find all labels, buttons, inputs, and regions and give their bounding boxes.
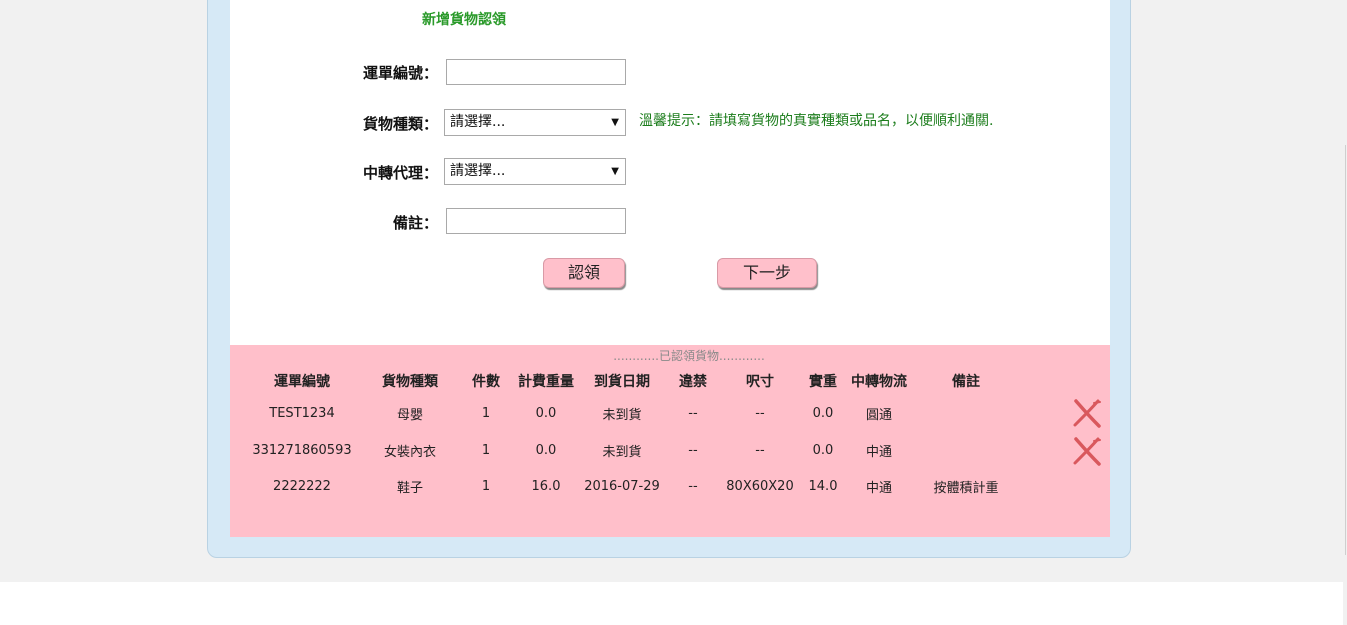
delete-x-icon[interactable] <box>1072 398 1102 428</box>
table-header-row: 運單編號 貨物種類 件數 計費重量 到貨日期 違禁 呎寸 實重 中轉物流 備註 <box>246 367 1024 395</box>
cell-waybill: 331271860593 <box>252 443 352 458</box>
cell-actual-weight: 0.0 <box>812 406 834 421</box>
cell-pieces: 1 <box>481 478 491 494</box>
cell-actual-weight: 14.0 <box>808 478 838 494</box>
cell-dimensions: 80X60X20 <box>726 478 794 494</box>
cell-goods-type: 女裝內衣 <box>383 445 436 460</box>
cell-prohibited: -- <box>688 443 698 458</box>
delete-x-icon[interactable] <box>1072 436 1102 466</box>
claimed-goods-section: ............已認領貨物............ 運單編號 貨物種類 … <box>230 345 1110 537</box>
cell-actual-weight: 0.0 <box>812 443 834 458</box>
transfer-agent-select[interactable]: 請選擇... ▼ <box>444 158 626 185</box>
cell-charge-weight: 0.0 <box>535 406 557 421</box>
cell-remarks <box>908 395 1024 432</box>
page-footer <box>0 582 1343 625</box>
column-header-goods-type: 貨物種類 <box>382 374 438 390</box>
table-row: 2222222 鞋子 1 16.0 2016-07-29 -- 80X60X20… <box>246 469 1024 503</box>
table-row: 331271860593 女裝內衣 1 0.0 未到貨 -- -- 0.0 中通 <box>246 432 1024 469</box>
transfer-agent-label: 中轉代理： <box>362 164 438 182</box>
hint-text: 溫馨提示：請填寫貨物的真實種類或品名，以便順利通關. <box>639 113 994 129</box>
column-header-charge-weight: 計費重量 <box>518 374 574 390</box>
cell-goods-type: 母嬰 <box>396 408 423 423</box>
cell-logistics: 中通 <box>865 480 892 496</box>
cell-arrival-date: 未到貨 <box>602 445 642 460</box>
cell-remarks: 按體積計重 <box>933 480 999 496</box>
cell-arrival-date: 未到貨 <box>602 408 642 423</box>
column-header-waybill: 運單編號 <box>274 374 330 390</box>
column-header-arrival-date: 到貨日期 <box>594 374 650 390</box>
cell-prohibited: -- <box>688 478 698 494</box>
table-row: TEST1234 母嬰 1 0.0 未到貨 -- -- 0.0 圓通 <box>246 395 1024 432</box>
column-header-pieces: 件數 <box>472 374 500 390</box>
cell-pieces: 1 <box>481 443 491 458</box>
column-header-prohibited: 違禁 <box>679 374 707 390</box>
triangle-down-icon: ▼ <box>611 117 619 128</box>
cell-remarks <box>908 432 1024 469</box>
scrollbar-edge <box>1345 145 1346 555</box>
cell-pieces: 1 <box>481 406 491 421</box>
form-title: 新增貨物認領 <box>422 12 506 28</box>
cell-dimensions: -- <box>755 406 765 421</box>
claimed-goods-title: ............已認領貨物............ <box>613 349 765 363</box>
cell-charge-weight: 16.0 <box>531 478 561 494</box>
waybill-input[interactable] <box>446 59 626 85</box>
triangle-down-icon: ▼ <box>611 166 619 177</box>
cell-prohibited: -- <box>688 406 698 421</box>
remarks-label: 備註： <box>392 214 438 232</box>
column-header-actual-weight: 實重 <box>809 374 837 390</box>
claim-button[interactable]: 認領 <box>543 258 625 288</box>
transfer-agent-selected-value: 請選擇... <box>450 163 506 179</box>
column-header-remarks: 備註 <box>952 374 980 390</box>
goods-type-selected-value: 請選擇... <box>450 114 506 130</box>
cell-charge-weight: 0.0 <box>535 443 557 458</box>
cell-dimensions: -- <box>755 443 765 458</box>
goods-type-label: 貨物種類： <box>362 115 438 133</box>
goods-type-select[interactable]: 請選擇... ▼ <box>444 109 626 136</box>
remarks-input[interactable] <box>446 208 626 234</box>
cell-waybill: TEST1234 <box>269 406 335 421</box>
cell-logistics: 圓通 <box>865 408 892 423</box>
cell-goods-type: 鞋子 <box>396 480 423 496</box>
cell-waybill: 2222222 <box>273 478 331 494</box>
column-header-dimensions: 呎寸 <box>746 374 774 390</box>
next-step-button[interactable]: 下一步 <box>717 258 817 288</box>
waybill-label: 運單編號： <box>362 64 438 82</box>
claimed-goods-table: 運單編號 貨物種類 件數 計費重量 到貨日期 違禁 呎寸 實重 中轉物流 備註 … <box>246 367 1024 503</box>
cell-arrival-date: 2016-07-29 <box>584 478 660 494</box>
cell-logistics: 中通 <box>865 445 892 460</box>
column-header-logistics: 中轉物流 <box>851 374 907 390</box>
